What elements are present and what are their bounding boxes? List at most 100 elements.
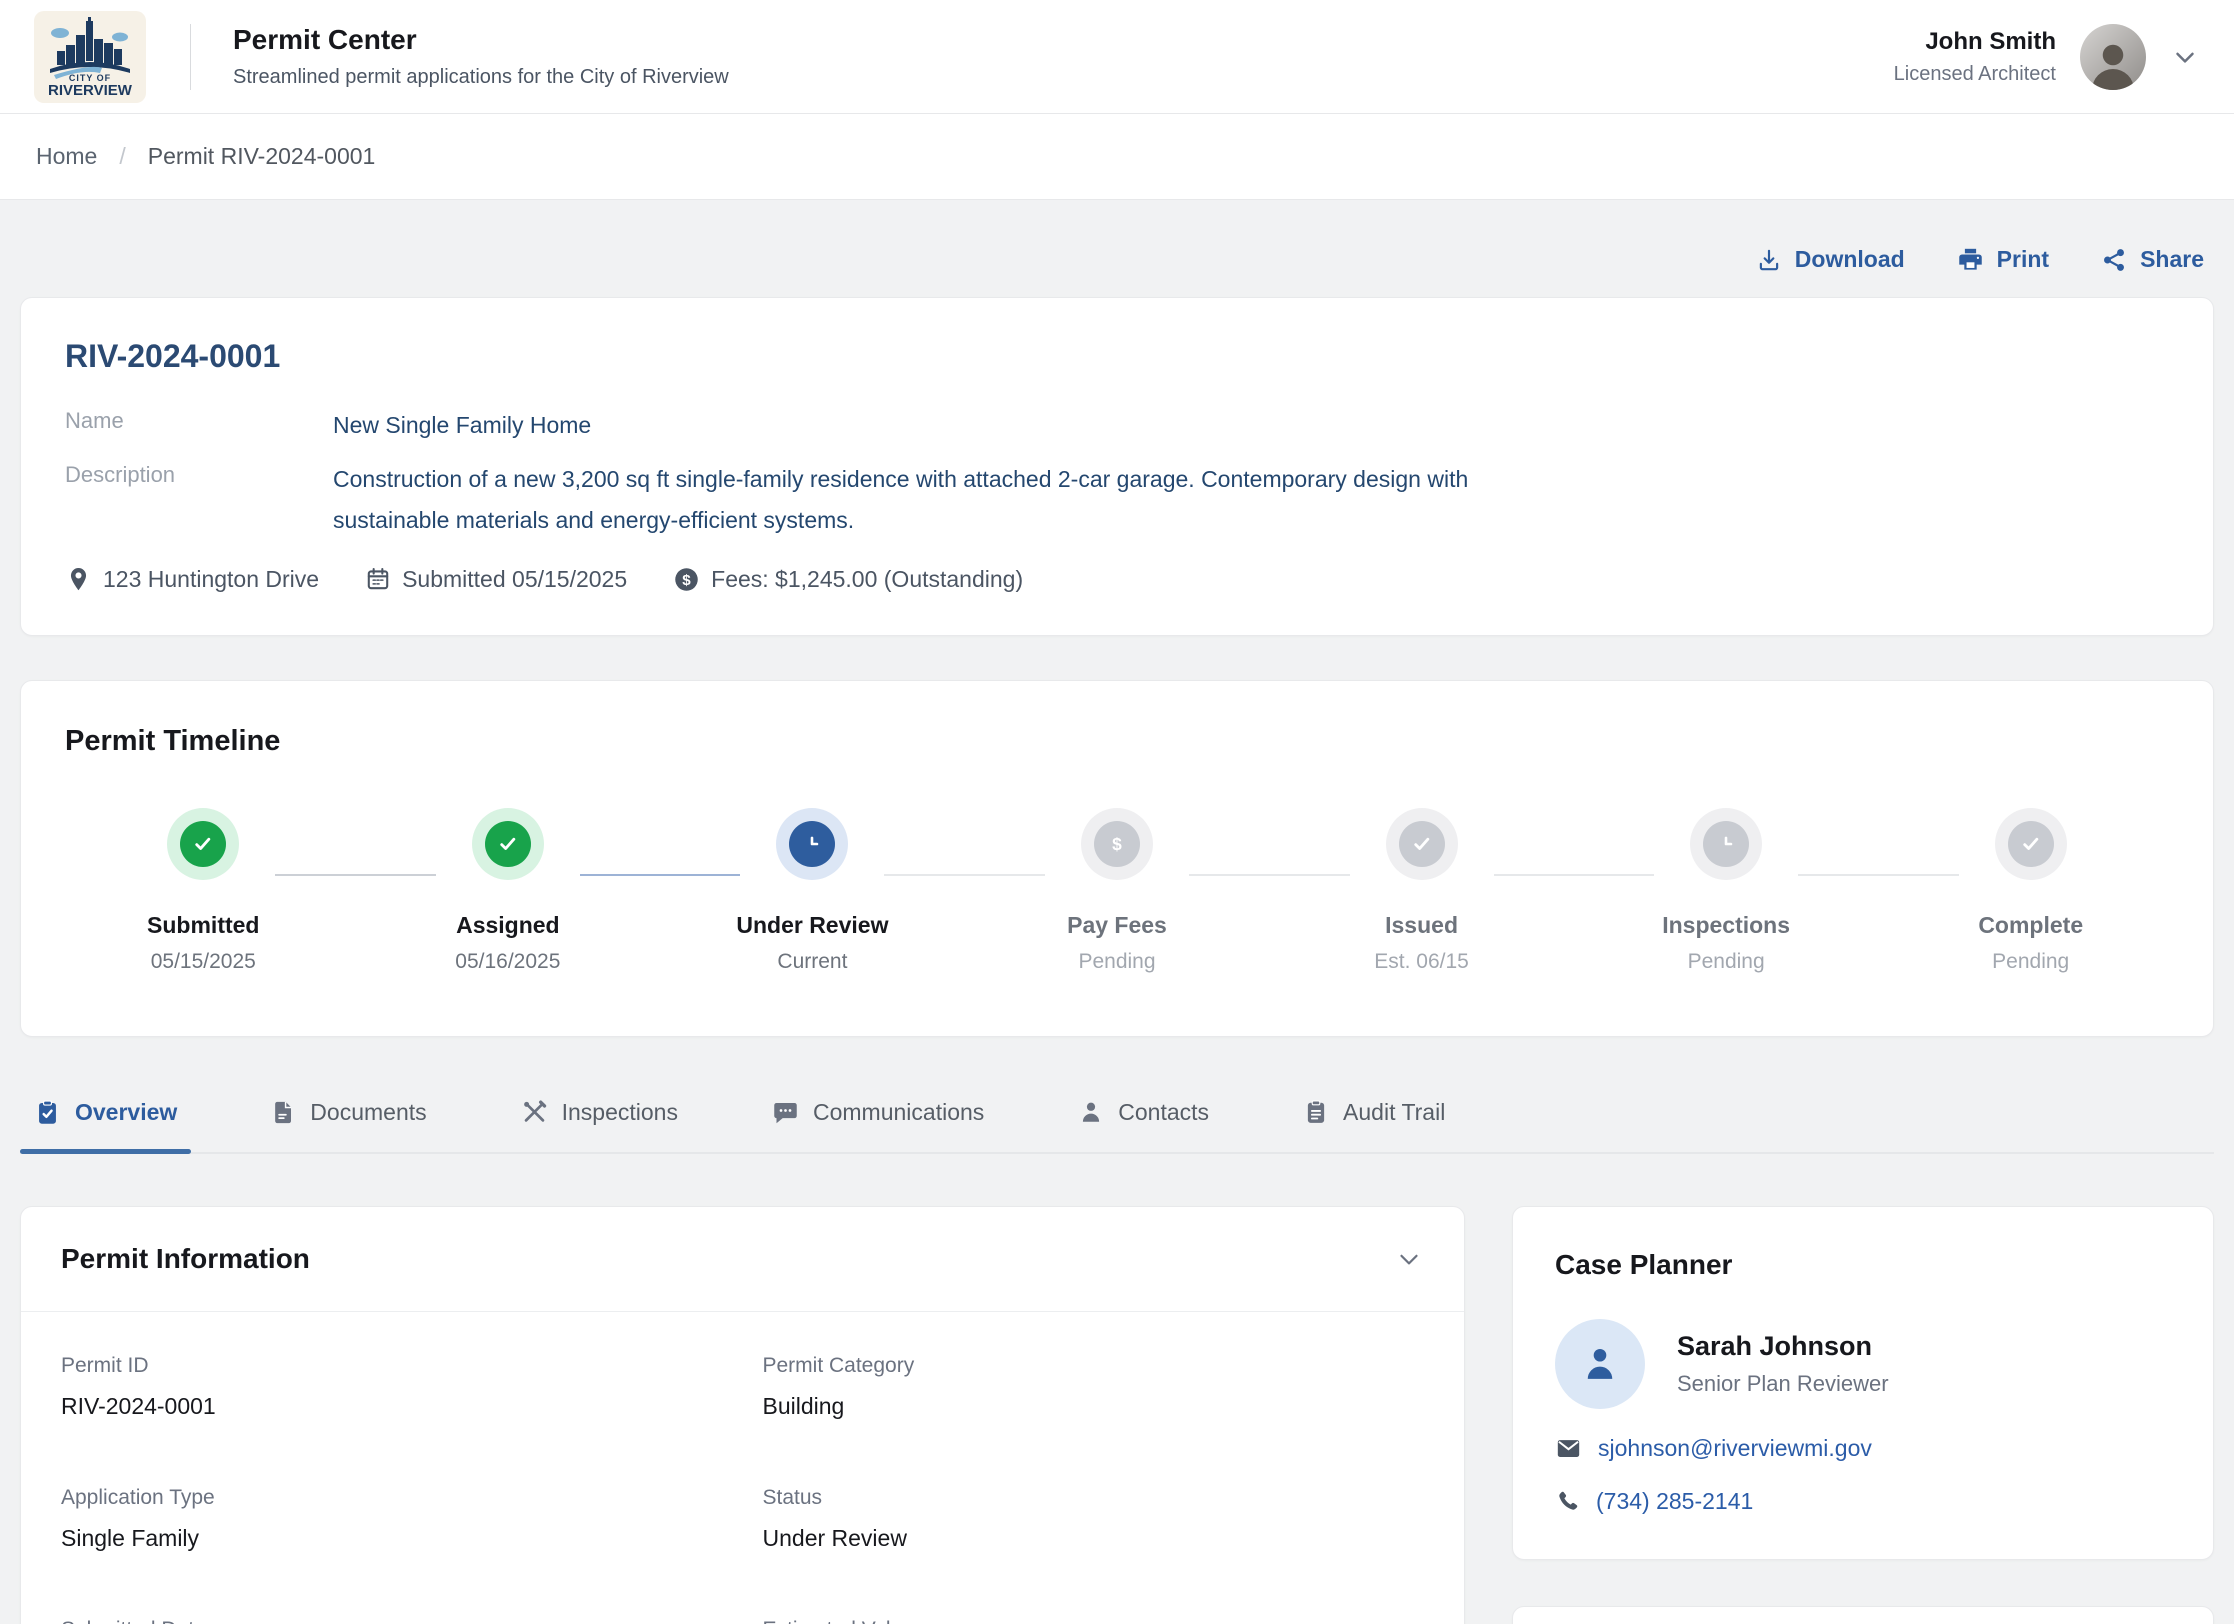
clipboard-check-icon <box>34 1099 61 1126</box>
step-label: Complete <box>1978 912 2083 939</box>
step-label: Submitted <box>147 912 259 939</box>
collapse-chevron-icon[interactable] <box>1394 1244 1424 1274</box>
avatar-photo-placeholder <box>2084 34 2142 90</box>
step-sublabel: Current <box>777 950 847 974</box>
share-icon <box>2101 247 2127 273</box>
field-label: Permit Category <box>763 1354 1425 1378</box>
case-planner-email-row: sjohnson@riverviewmi.gov <box>1555 1435 2171 1462</box>
check-icon <box>190 831 216 857</box>
field-value: Under Review <box>763 1525 1425 1552</box>
case-planner-person: Sarah Johnson Senior Plan Reviewer <box>1555 1319 2171 1409</box>
svg-text:RIVERVIEW: RIVERVIEW <box>48 82 133 97</box>
case-planner-phone-link[interactable]: (734) 285-2141 <box>1596 1488 1753 1515</box>
timeline-step-inspections: Inspections Pending <box>1574 808 1879 974</box>
field-label: Application Type <box>61 1486 723 1510</box>
step-sublabel: Pending <box>1688 950 1765 974</box>
breadcrumb-home-link[interactable]: Home <box>36 143 97 170</box>
share-label: Share <box>2140 246 2204 273</box>
permit-name-value: New Single Family Home <box>333 405 591 445</box>
clock-icon <box>1713 831 1739 857</box>
tab-communications[interactable]: Communications <box>760 1085 996 1152</box>
svg-text:$: $ <box>682 572 691 589</box>
calendar-icon <box>365 566 391 592</box>
permit-description-value: Construction of a new 3,200 sq ft single… <box>333 459 1523 540</box>
dollar-icon: $ <box>1104 831 1130 857</box>
breadcrumb-separator: / <box>119 143 125 170</box>
print-icon <box>1957 246 1984 273</box>
app-title-block: Permit Center Streamlined permit applica… <box>233 24 729 89</box>
permit-information-panel: Permit Information Permit ID RIV-2024-00… <box>20 1206 1465 1624</box>
permit-submitted: Submitted 05/15/2025 <box>365 566 627 593</box>
timeline-steps: Submitted 05/15/2025 Assigned 05/16/2025… <box>51 808 2183 974</box>
person-icon <box>1579 1343 1621 1385</box>
user-info: John Smith Licensed Architect <box>1894 28 2056 86</box>
timeline-step-complete: Complete Pending <box>1878 808 2183 974</box>
next-panel-partial <box>1512 1606 2214 1624</box>
chevron-down-icon <box>2170 42 2200 72</box>
svg-text:$: $ <box>1112 834 1122 854</box>
page-subtitle: Streamlined permit applications for the … <box>233 66 729 89</box>
field-permit-id: Permit ID RIV-2024-0001 <box>61 1354 723 1420</box>
tab-label: Audit Trail <box>1343 1099 1445 1126</box>
permit-id-heading: RIV-2024-0001 <box>65 338 2169 375</box>
case-planner-avatar <box>1555 1319 1645 1409</box>
fees-text: Fees: $1,245.00 (Outstanding) <box>711 566 1023 593</box>
dollar-circle-icon: $ <box>673 566 700 593</box>
header-divider <box>190 24 191 90</box>
permit-information-body: Permit ID RIV-2024-0001 Permit Category … <box>21 1312 1464 1624</box>
check-icon <box>495 831 521 857</box>
clock-icon <box>799 831 825 857</box>
download-button[interactable]: Download <box>1756 246 1905 273</box>
step-label: Pay Fees <box>1067 912 1167 939</box>
step-status-circle <box>472 808 544 880</box>
tab-label: Contacts <box>1118 1099 1209 1126</box>
print-button[interactable]: Print <box>1957 246 2049 273</box>
main-content: Download Print Share RIV-2024-0001 Name … <box>0 246 2234 1624</box>
field-label: Estimated Value <box>763 1618 1425 1624</box>
share-button[interactable]: Share <box>2101 246 2204 273</box>
field-permit-category: Permit Category Building <box>763 1354 1425 1420</box>
case-planner-card: Case Planner Sarah Johnson Senior Plan R… <box>1512 1206 2214 1560</box>
step-sublabel: Pending <box>1992 950 2069 974</box>
tab-audit-trail[interactable]: Audit Trail <box>1291 1085 1457 1152</box>
step-status-circle <box>1995 808 2067 880</box>
address-text: 123 Huntington Drive <box>103 566 319 593</box>
tab-contacts[interactable]: Contacts <box>1066 1085 1221 1152</box>
tab-overview[interactable]: Overview <box>22 1085 189 1152</box>
permit-timeline-card: Permit Timeline Submitted 05/15/2025 Ass… <box>20 680 2214 1037</box>
step-status-circle <box>776 808 848 880</box>
breadcrumb-current: Permit RIV-2024-0001 <box>148 143 376 170</box>
description-label: Description <box>65 459 333 540</box>
mail-icon <box>1555 1435 1582 1462</box>
permit-meta-row: 123 Huntington Drive Submitted 05/15/202… <box>65 566 2169 593</box>
city-skyline-icon: CITY OF RIVERVIEW <box>42 17 138 97</box>
file-icon <box>271 1100 296 1125</box>
permit-information-title: Permit Information <box>61 1243 310 1275</box>
user-avatar[interactable] <box>2080 24 2146 90</box>
person-icon <box>1078 1099 1104 1125</box>
step-status-circle <box>167 808 239 880</box>
permit-name-row: Name New Single Family Home <box>65 405 2169 445</box>
timeline-step-assigned: Assigned 05/16/2025 <box>356 808 661 974</box>
submitted-text: Submitted 05/15/2025 <box>402 566 627 593</box>
print-label: Print <box>1997 246 2049 273</box>
clipboard-list-icon <box>1303 1099 1329 1125</box>
page-title: Permit Center <box>233 24 729 56</box>
step-label: Inspections <box>1662 912 1790 939</box>
timeline-title: Permit Timeline <box>65 725 2169 758</box>
permit-description-row: Description Construction of a new 3,200 … <box>65 459 2169 540</box>
tab-inspections[interactable]: Inspections <box>509 1085 690 1152</box>
check-icon <box>2018 831 2044 857</box>
user-role: Licensed Architect <box>1894 63 2056 86</box>
user-menu-chevron[interactable] <box>2170 42 2200 72</box>
download-icon <box>1756 247 1782 273</box>
tab-documents[interactable]: Documents <box>259 1085 438 1152</box>
location-pin-icon <box>65 566 92 593</box>
field-value: Single Family <box>61 1525 723 1552</box>
case-planner-phone-row: (734) 285-2141 <box>1555 1488 2171 1515</box>
step-sublabel: Est. 06/15 <box>1374 950 1469 974</box>
tab-label: Overview <box>75 1099 177 1126</box>
name-label: Name <box>65 405 333 445</box>
field-label: Submitted Date <box>61 1618 723 1624</box>
case-planner-email-link[interactable]: sjohnson@riverviewmi.gov <box>1598 1435 1872 1462</box>
